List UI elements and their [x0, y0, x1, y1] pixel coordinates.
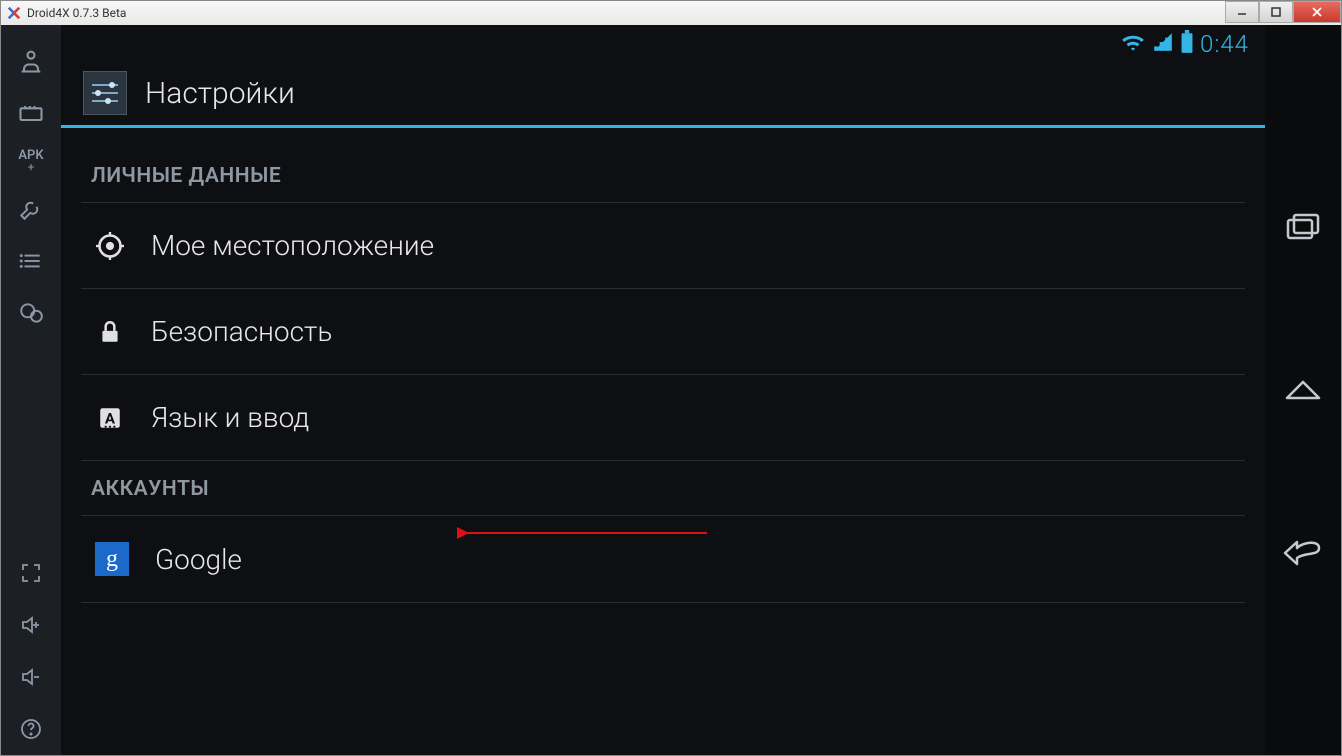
settings-item-label: Google	[155, 543, 242, 576]
location-icon	[95, 231, 125, 261]
app-logo-icon	[7, 6, 21, 20]
settings-app-icon	[83, 71, 127, 115]
android-screen: 0:44 Настройки ЛИЧНЫЕ ДАННЫЕ Мое местопо…	[61, 25, 1265, 755]
status-clock: 0:44	[1200, 30, 1249, 58]
cell-signal-icon	[1152, 31, 1174, 57]
titlebar[interactable]: Droid4X 0.7.3 Beta	[1, 1, 1341, 25]
emulator-sidebar: APK +	[1, 25, 61, 755]
sidebar-volume-down-icon[interactable]	[1, 651, 61, 703]
sidebar-fullscreen-icon[interactable]	[1, 547, 61, 599]
settings-item-label: Мое местоположение	[151, 229, 434, 262]
status-bar: 0:44	[61, 25, 1265, 63]
emulator-body: APK +	[1, 25, 1341, 755]
minimize-button[interactable]	[1225, 1, 1259, 23]
android-navbar	[1265, 25, 1341, 755]
sidebar-tools-icon[interactable]	[1, 183, 61, 235]
sidebar-help-icon[interactable]	[1, 703, 61, 755]
nav-back-button[interactable]	[1278, 528, 1328, 578]
window-title: Droid4X 0.7.3 Beta	[27, 6, 126, 20]
page-title: Настройки	[145, 76, 295, 111]
settings-item-location[interactable]: Мое местоположение	[81, 203, 1245, 289]
sidebar-keyboard-icon[interactable]	[1, 87, 61, 139]
settings-content[interactable]: ЛИЧНЫЕ ДАННЫЕ Мое местоположение Безопас…	[61, 128, 1265, 755]
settings-header: Настройки	[61, 63, 1265, 125]
sidebar-home-icon[interactable]	[1, 35, 61, 87]
wifi-icon	[1120, 31, 1146, 57]
section-header-personal: ЛИЧНЫЕ ДАННЫЕ	[81, 148, 1245, 203]
sidebar-list-icon[interactable]	[1, 235, 61, 287]
settings-item-language[interactable]: A Язык и ввод	[81, 375, 1245, 461]
sidebar-chat-icon[interactable]	[1, 287, 61, 339]
settings-item-google[interactable]: g Google	[81, 516, 1245, 603]
settings-item-label: Язык и ввод	[151, 401, 309, 434]
settings-item-label: Безопасность	[151, 315, 332, 348]
settings-item-security[interactable]: Безопасность	[81, 289, 1245, 375]
google-icon: g	[95, 542, 129, 576]
battery-icon	[1180, 30, 1194, 58]
close-button[interactable]	[1293, 1, 1341, 23]
window-controls	[1225, 1, 1341, 23]
language-icon: A	[95, 403, 125, 433]
svg-text:A: A	[105, 409, 116, 427]
nav-home-button[interactable]	[1278, 365, 1328, 415]
lock-icon	[95, 317, 125, 347]
app-window: Droid4X 0.7.3 Beta APK +	[0, 0, 1342, 756]
nav-recent-button[interactable]	[1278, 202, 1328, 252]
section-header-accounts: АККАУНТЫ	[81, 461, 1245, 516]
maximize-button[interactable]	[1259, 1, 1293, 23]
sidebar-apk-button[interactable]: APK +	[1, 139, 61, 183]
sidebar-volume-up-icon[interactable]	[1, 599, 61, 651]
